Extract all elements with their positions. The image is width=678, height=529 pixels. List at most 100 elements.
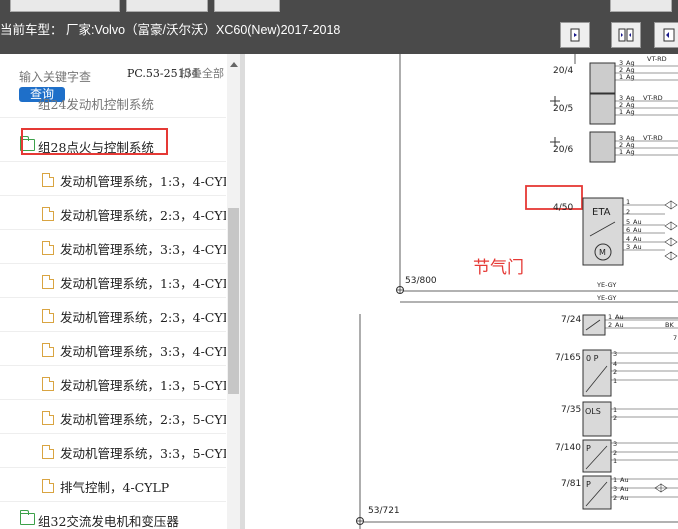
document-icon [42,241,54,255]
tree-label: 排气控制，4-CYLP [60,480,170,495]
tree-file-row[interactable]: 发动机管理系统，1:3，4-CYLP [0,264,226,298]
tree-label: 组24发动机控制系统 [38,97,154,112]
top-button-2[interactable] [126,0,208,12]
wire-label: Au [633,235,642,243]
tree-label: 发动机管理系统，2:3，4-CYLP [60,208,226,223]
wire-label: VT-RD [643,134,663,142]
document-icon [42,173,54,187]
tree-file-row[interactable]: 发动机管理系统，1:3，5-CYLP [0,366,226,400]
document-icon [42,377,54,391]
wire-label: YE-GY [596,294,616,302]
edge-digit: 7 [673,334,677,342]
tree-file-row[interactable]: 排气控制，4-CYLP [0,468,226,502]
tree-file-row[interactable]: 发动机管理系统，2:3，4-CYLP [0,298,226,332]
tree-scrollbar[interactable] [227,54,240,529]
throttle-annotation: 节气门 [473,258,524,278]
sensor-7-24 [582,314,606,336]
tree-file-row[interactable]: 发动机管理系统，2:3，4-CYLP [0,196,226,230]
wire-label: BK [665,321,674,329]
tree-label: 发动机管理系统，1:3，4-CYLP [60,174,226,189]
collapse-all-button[interactable]: 折叠全部 [180,68,224,80]
wire-label: YE-GY [596,281,616,289]
wire-label: Au [615,313,624,321]
connector-symbols [664,200,678,261]
ref-7-35: 7/35 [561,405,581,415]
ref-20-5: 20/5 [553,104,573,114]
single-page-icon [570,28,580,42]
tree-file-row[interactable]: 发动机管理系统，3:3，4-CYLP [0,230,226,264]
next-page-button[interactable] [654,22,678,48]
wire-label: Au [633,243,642,251]
sensor-label: P [586,480,591,489]
tree-label: 发动机管理系统，3:3，4-CYLP [60,242,226,257]
wire-label: Ag [626,73,635,81]
top-button-4[interactable] [610,0,672,12]
pin-label: 2 [608,321,612,329]
sensor-label: P [586,444,591,453]
tree-file-row[interactable]: 发动机管理系统，3:3，5-CYLP [0,434,226,468]
wire-label: Ag [626,148,635,156]
pin-label: 1 [619,73,623,81]
tree-file-row[interactable]: 发动机管理系统，2:3，5-CYLP [0,400,226,434]
ref-53-800: 53/800 [405,276,437,286]
wire-label: Au [633,218,642,226]
pin-label: 1 [613,457,617,465]
tree-folder-row[interactable]: 组32交流发电机和变压器 [0,502,226,529]
pin-label: 2 [613,494,617,502]
car-model-label: 当前车型： 厂家:Volvo（富豪/沃尔沃）XC60(New)2017-2018 [0,23,341,37]
document-icon [42,207,54,221]
connector-group: 20/4 3 Ag VT-RD 2 Ag 1 Ag 20/5 3 Ag VT-R… [550,55,678,163]
highlight-box [21,128,168,155]
tree-file-row[interactable]: 发动机管理系统，3:3，4-CYLP [0,332,226,366]
search-input[interactable] [19,70,119,84]
pin-label: 2 [613,414,617,422]
pin-label: 3 [613,440,617,448]
folder-icon [20,510,35,525]
connector-20-5 [589,93,616,125]
document-icon [42,479,54,493]
pin-label: 1 [613,377,617,385]
dual-page-button[interactable] [611,22,641,48]
pin-label: 3 [613,485,617,493]
wire-label: Au [620,494,629,502]
wiring-diagram: 20/4 3 Ag VT-RD 2 Ag 1 Ag 20/5 3 Ag VT-R… [245,54,678,529]
connector-20-4 [589,62,616,94]
pin-label: 6 [626,226,630,234]
pin-label: 3 [626,243,630,251]
document-icon [42,343,54,357]
pin-label: 1 [613,406,617,414]
document-icon [42,275,54,289]
pin-label: 4 [613,360,617,368]
top-button-3[interactable] [214,0,280,12]
scroll-thumb[interactable] [228,208,239,394]
pin-label: 5 [626,218,630,226]
tree-file-row[interactable]: 发动机管理系统，1:3，4-CYLP [0,162,226,196]
tree-label: 发动机管理系统，3:3，4-CYLP [60,344,226,359]
pin-label: 1 [613,476,617,484]
pin-label: 4 [626,235,630,243]
pin-label: 3 [613,350,617,358]
scroll-up-arrow-icon[interactable] [230,62,238,67]
pin-label: 1 [608,313,612,321]
document-icon [42,445,54,459]
top-toolbar: 当前车型： 厂家:Volvo（富豪/沃尔沃）XC60(New)2017-2018 [0,0,678,54]
eta-label: ETA [592,207,611,218]
top-button-1[interactable] [10,0,120,12]
tree-row-partial[interactable]: 组24发动机控制系统 [0,96,226,118]
wiring-diagram-svg: 20/4 3 Ag VT-RD 2 Ag 1 Ag 20/5 3 Ag VT-R… [356,54,678,529]
tree-label: 发动机管理系统，2:3，5-CYLP [60,412,226,427]
ref-4-50: 4/50 [553,203,573,213]
tree-label: 发动机管理系统，3:3，5-CYLP [60,446,226,461]
wire-label: Ag [626,108,635,116]
single-page-button[interactable] [560,22,590,48]
motor-label: M [599,248,606,257]
connector-20-6 [589,131,616,163]
pin-label: 1 [626,198,630,206]
wire-label: VT-RD [647,55,667,63]
page-arrow-icon [663,28,675,42]
ref-7-165: 7/165 [555,353,581,363]
pin-label: 1 [619,108,623,116]
ref-53-721: 53/721 [368,506,400,516]
wire-label: Au [615,321,624,329]
tree-label: 发动机管理系统，1:3，5-CYLP [60,378,226,393]
